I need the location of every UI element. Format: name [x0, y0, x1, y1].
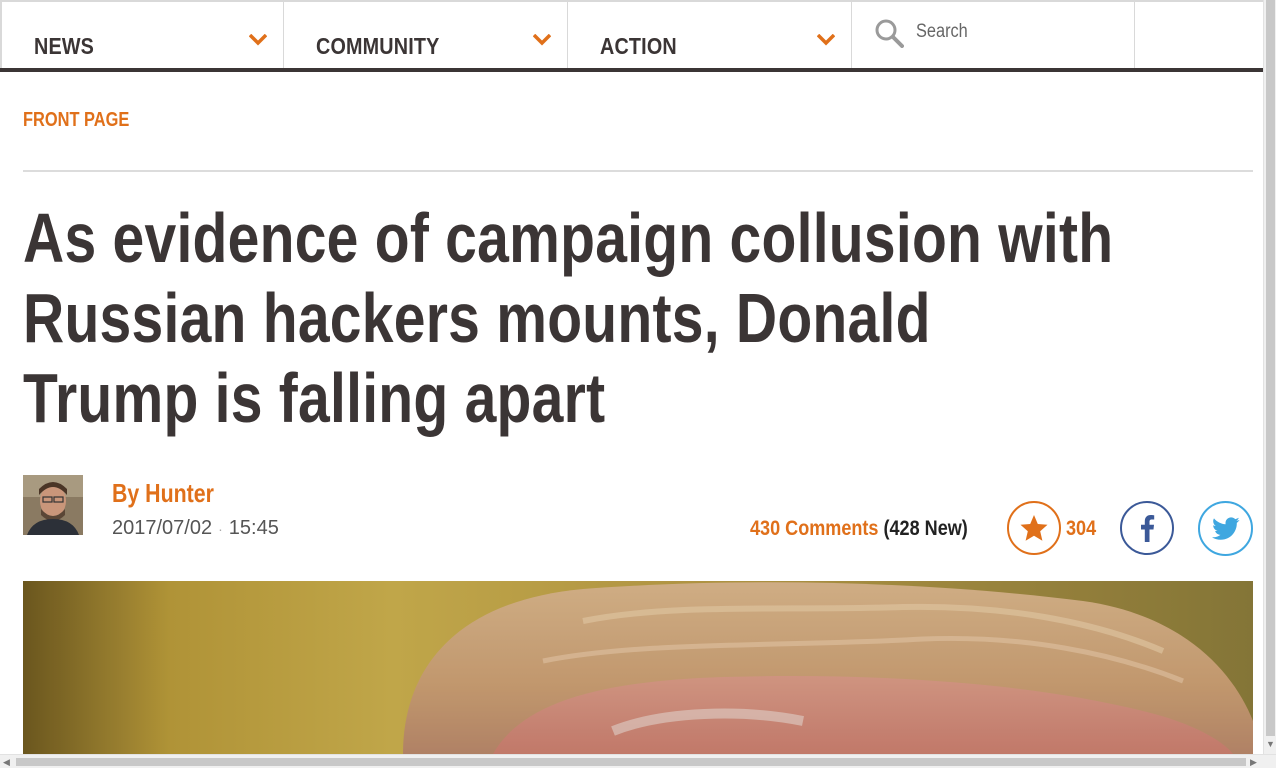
headline-line: Trump is falling apart	[23, 359, 606, 437]
comments-summary: 430 Comments (428 New)	[750, 517, 968, 541]
publish-datetime: 2017/07/02 · 15:45	[112, 517, 279, 540]
chevron-down-icon	[533, 34, 551, 46]
publish-date: 2017/07/02	[112, 517, 213, 539]
breadcrumb-front-page[interactable]: FRONT PAGE	[23, 109, 129, 132]
chevron-down-icon	[249, 34, 267, 46]
twitter-share-button[interactable]	[1198, 501, 1253, 556]
facebook-icon	[1141, 515, 1155, 542]
scroll-down-arrow-icon[interactable]: ▼	[1266, 738, 1275, 750]
chevron-down-icon	[817, 34, 835, 46]
nav-community-label: COMMUNITY	[316, 33, 440, 59]
nav-news-label: NEWS	[34, 33, 95, 59]
comments-link[interactable]: 430 Comments	[750, 517, 878, 540]
publish-time: 15:45	[228, 517, 279, 539]
search-icon[interactable]	[874, 18, 904, 48]
main-nav: NEWS COMMUNITY ACTION	[0, 0, 1263, 72]
horizontal-scrollbar[interactable]: ◀ ▶	[0, 754, 1276, 768]
headline-line: Russian hackers mounts, Donald	[23, 279, 931, 357]
star-icon	[1020, 515, 1048, 541]
author-avatar[interactable]	[23, 475, 83, 535]
search-box	[852, 2, 1135, 68]
horizontal-scrollbar-thumb[interactable]	[16, 758, 1246, 766]
author-link[interactable]: By Hunter	[112, 478, 214, 509]
comments-new: (428 New)	[883, 517, 968, 540]
scroll-right-arrow-icon[interactable]: ▶	[1250, 756, 1257, 768]
nav-news[interactable]: NEWS	[0, 2, 284, 68]
date-separator: ·	[218, 520, 223, 537]
recommend-button[interactable]	[1007, 501, 1061, 555]
recommend-count: 304	[1066, 517, 1097, 540]
headline-line: As evidence of campaign collusion with	[23, 199, 1114, 277]
nav-action-label: ACTION	[600, 33, 677, 59]
nav-action[interactable]: ACTION	[568, 2, 852, 68]
article-headline: As evidence of campaign collusion with R…	[23, 198, 1246, 438]
vertical-scrollbar-thumb[interactable]	[1266, 0, 1275, 736]
hero-image	[23, 581, 1253, 754]
scroll-left-arrow-icon[interactable]: ◀	[3, 756, 10, 768]
divider	[23, 170, 1253, 172]
nav-community[interactable]: COMMUNITY	[284, 2, 568, 68]
facebook-share-button[interactable]	[1120, 501, 1174, 555]
search-input[interactable]	[916, 17, 1088, 47]
twitter-icon	[1211, 516, 1239, 540]
vertical-scrollbar[interactable]: ▼	[1263, 0, 1276, 754]
